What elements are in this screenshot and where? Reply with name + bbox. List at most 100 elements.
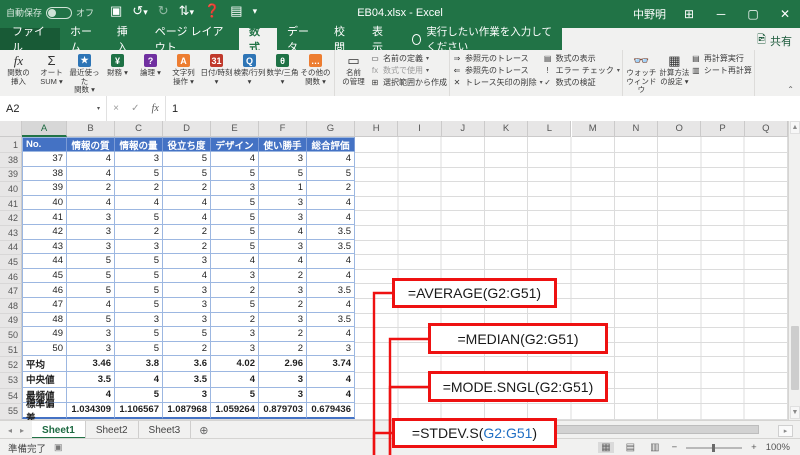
column-header-B[interactable]: B [67, 121, 115, 137]
column-header-I[interactable]: I [398, 121, 441, 137]
cell[interactable]: 49 [22, 327, 67, 342]
zoom-level[interactable]: 100% [766, 442, 790, 453]
cell[interactable]: 5 [67, 254, 115, 269]
tell-me-box[interactable]: 実行したい作業を入力してください [400, 28, 562, 50]
cell[interactable]: 4 [259, 254, 307, 269]
save-icon[interactable]: ▣ [110, 3, 122, 19]
cell[interactable]: 3.74 [307, 356, 355, 372]
cell[interactable]: 5 [211, 196, 259, 211]
cell[interactable]: 3 [307, 342, 355, 357]
ribbon-button-その他の関数[interactable]: …その他の 関数 ▾ [299, 51, 332, 86]
cell[interactable]: 3.8 [115, 356, 163, 372]
tab-数式[interactable]: 数式 [239, 28, 277, 50]
ribbon-button-数学/三角[interactable]: θ数学/三角 ▾ [266, 51, 299, 86]
qat-customize-icon[interactable]: ▾ [253, 6, 258, 17]
column-header-F[interactable]: F [259, 121, 307, 137]
cell[interactable]: 2 [115, 225, 163, 240]
sheet-tab-Sheet2[interactable]: Sheet2 [86, 421, 139, 439]
ribbon-button-選択範囲から作成[interactable]: ⊞選択範囲から作成 [370, 77, 447, 88]
cell[interactable]: 4 [163, 196, 211, 211]
cell[interactable]: 43 [22, 240, 67, 255]
cell[interactable]: 38 [22, 167, 67, 182]
horizontal-scrollbar[interactable]: ▸ [545, 424, 775, 435]
maximize-button[interactable]: ▢ [744, 7, 762, 21]
sheet-nav-left-icon[interactable]: ◂ [8, 426, 12, 435]
cell[interactable]: 2 [211, 313, 259, 328]
ribbon-display-options-icon[interactable]: ⊞ [680, 7, 698, 21]
formula-input[interactable]: 1 [166, 96, 800, 121]
row-header-55[interactable]: 55 [0, 404, 22, 420]
cell[interactable]: 3 [259, 240, 307, 255]
cell[interactable]: 情報の質 [67, 137, 115, 152]
cell[interactable]: 1.106567 [115, 403, 163, 419]
tab-ページ レイアウト[interactable]: ページ レイアウト [145, 28, 239, 50]
cell[interactable]: 3.5 [163, 372, 211, 388]
cell[interactable]: 3 [163, 283, 211, 298]
cell[interactable]: 1.087968 [163, 403, 211, 419]
column-header-M[interactable]: M [572, 121, 615, 137]
cell[interactable]: 5 [67, 269, 115, 284]
collapse-ribbon-icon[interactable]: ⌃ [787, 85, 794, 94]
cell[interactable]: 2 [67, 181, 115, 196]
normal-view-icon[interactable]: ▦ [598, 442, 613, 453]
cell[interactable]: 5 [115, 327, 163, 342]
cell[interactable]: 3 [67, 225, 115, 240]
ribbon-button-論理[interactable]: ?論理 ▾ [134, 51, 167, 78]
cell[interactable]: 3 [211, 327, 259, 342]
column-header-Q[interactable]: Q [745, 121, 788, 137]
cell[interactable]: No. [22, 137, 67, 152]
cell[interactable]: 5 [115, 342, 163, 357]
cell[interactable]: 42 [22, 225, 67, 240]
row-header-1[interactable]: 1 [0, 137, 22, 153]
cell[interactable]: 3 [211, 342, 259, 357]
ribbon-button-日付/時刻[interactable]: 31日付/時刻 ▾ [200, 51, 233, 86]
zoom-out-icon[interactable]: − [672, 442, 678, 453]
row-header-53[interactable]: 53 [0, 373, 22, 389]
row-header-45[interactable]: 45 [0, 255, 22, 270]
cell[interactable]: 1.059264 [211, 403, 259, 419]
cell[interactable]: 48 [22, 313, 67, 328]
select-all-corner[interactable] [0, 121, 22, 137]
column-header-E[interactable]: E [211, 121, 259, 137]
cell[interactable]: 5 [115, 254, 163, 269]
row-header-51[interactable]: 51 [0, 343, 22, 358]
cell[interactable]: 3 [115, 313, 163, 328]
accessibility-icon[interactable]: ▣ [54, 442, 63, 453]
column-header-N[interactable]: N [615, 121, 658, 137]
zoom-in-icon[interactable]: + [751, 442, 757, 453]
cell[interactable]: 3 [259, 210, 307, 225]
ribbon-button-名前の定義[interactable]: ▭名前の定義▾ [370, 53, 447, 64]
cell[interactable]: 39 [22, 181, 67, 196]
cell[interactable]: 3 [259, 152, 307, 167]
cell[interactable]: 3 [67, 210, 115, 225]
ribbon-button-名前の管理[interactable]: ▭名前 の管理 [337, 51, 370, 86]
cell[interactable]: 4 [163, 269, 211, 284]
cell[interactable]: 3.5 [307, 283, 355, 298]
row-header-42[interactable]: 42 [0, 211, 22, 226]
column-header-J[interactable]: J [442, 121, 485, 137]
cell[interactable]: 3 [259, 372, 307, 388]
insert-function-fx-icon[interactable]: fx [152, 103, 159, 114]
column-header-O[interactable]: O [658, 121, 701, 137]
cell[interactable]: 2 [307, 181, 355, 196]
cell[interactable]: 5 [211, 388, 259, 404]
minimize-button[interactable]: ─ [712, 7, 730, 21]
cell[interactable]: 5 [115, 167, 163, 182]
new-sheet-icon[interactable]: ⊕ [191, 421, 216, 439]
ribbon-button-トレース矢印の削除[interactable]: ✕トレース矢印の削除▾ [452, 77, 543, 88]
ribbon-button-再計算実行[interactable]: ▤再計算実行 [691, 53, 752, 64]
cell[interactable]: 3 [259, 283, 307, 298]
cell[interactable]: 3.46 [67, 356, 115, 372]
cell[interactable]: 2 [259, 327, 307, 342]
zoom-slider[interactable] [686, 447, 742, 449]
ribbon-button-検索/行列[interactable]: Q検索/行列 ▾ [233, 51, 266, 86]
row-header-50[interactable]: 50 [0, 328, 22, 343]
cell[interactable]: 4 [67, 196, 115, 211]
cell[interactable]: 2 [163, 225, 211, 240]
cell[interactable]: 4 [307, 254, 355, 269]
cell[interactable]: 4 [307, 298, 355, 313]
cell[interactable]: 0.879703 [259, 403, 307, 419]
row-header-40[interactable]: 40 [0, 182, 22, 197]
column-header-L[interactable]: L [528, 121, 571, 137]
cell[interactable]: 5 [163, 167, 211, 182]
